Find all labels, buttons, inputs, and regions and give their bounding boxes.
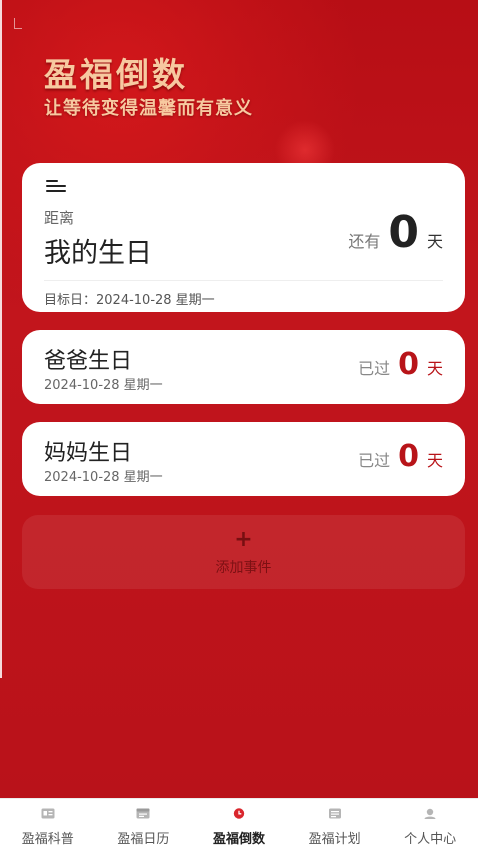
count-prefix: 还有 bbox=[348, 232, 381, 251]
count-unit: 天 bbox=[426, 359, 443, 378]
event-countdown: 已过 0 天 bbox=[358, 350, 443, 380]
event-date: 2024-10-28 星期一 bbox=[44, 378, 163, 393]
page-title: 盈福倒数 bbox=[44, 55, 188, 94]
event-card[interactable]: 爸爸生日 2024-10-28 星期一 已过 0 天 bbox=[22, 330, 465, 404]
tab-label: 个人中心 bbox=[404, 832, 457, 847]
main-event-card[interactable]: 距离 我的生日 还有 0 天 目标日：2024-10-28 星期一 bbox=[22, 163, 465, 312]
tab-plan[interactable]: 盈福计划 bbox=[287, 799, 383, 850]
corner-mark-icon bbox=[14, 18, 22, 29]
left-edge-line bbox=[0, 0, 2, 678]
tab-label: 盈福日历 bbox=[117, 832, 170, 847]
add-event-label: 添加事件 bbox=[215, 560, 272, 576]
page-subtitle: 让等待变得温馨而有意义 bbox=[44, 98, 253, 119]
bottom-tab-bar: 盈福科普 盈福日历 盈福倒数 盈福计划 个人中心 bbox=[0, 798, 478, 850]
tab-knowledge[interactable]: 盈福科普 bbox=[0, 799, 96, 850]
plus-icon: + bbox=[234, 527, 253, 552]
tab-profile[interactable]: 个人中心 bbox=[382, 799, 478, 850]
countdown-icon bbox=[233, 808, 245, 819]
add-event-button[interactable]: + 添加事件 bbox=[22, 515, 465, 589]
count-unit: 天 bbox=[426, 232, 443, 251]
card-divider bbox=[44, 280, 443, 281]
menu-icon[interactable] bbox=[46, 179, 66, 193]
event-card[interactable]: 妈妈生日 2024-10-28 星期一 已过 0 天 bbox=[22, 422, 465, 496]
user-icon bbox=[424, 808, 436, 819]
target-date: 目标日：2024-10-28 星期一 bbox=[44, 293, 215, 308]
tab-label: 盈福倒数 bbox=[212, 832, 265, 847]
count-prefix: 已过 bbox=[358, 451, 391, 470]
event-countdown: 已过 0 天 bbox=[358, 442, 443, 472]
plan-icon bbox=[328, 808, 341, 819]
event-name: 爸爸生日 bbox=[44, 349, 133, 374]
event-date: 2024-10-28 星期一 bbox=[44, 470, 163, 485]
count-unit: 天 bbox=[426, 451, 443, 470]
count-number: 0 bbox=[398, 439, 419, 474]
main-event-countdown: 还有 0 天 bbox=[348, 211, 443, 255]
tab-calendar[interactable]: 盈福日历 bbox=[96, 799, 192, 850]
calendar-icon bbox=[136, 808, 150, 819]
tab-label: 盈福科普 bbox=[21, 832, 74, 847]
main-event-name: 我的生日 bbox=[44, 238, 152, 269]
event-name: 妈妈生日 bbox=[44, 441, 133, 466]
card-icon bbox=[41, 808, 55, 819]
tab-label: 盈福计划 bbox=[308, 832, 361, 847]
count-number: 0 bbox=[398, 347, 419, 382]
distance-label: 距离 bbox=[44, 209, 75, 227]
count-number: 0 bbox=[388, 207, 419, 258]
tab-countdown[interactable]: 盈福倒数 bbox=[191, 799, 287, 850]
count-prefix: 已过 bbox=[358, 359, 391, 378]
countdown-screen: 盈福倒数 让等待变得温馨而有意义 距离 我的生日 还有 0 天 目标日：2024… bbox=[0, 0, 478, 798]
